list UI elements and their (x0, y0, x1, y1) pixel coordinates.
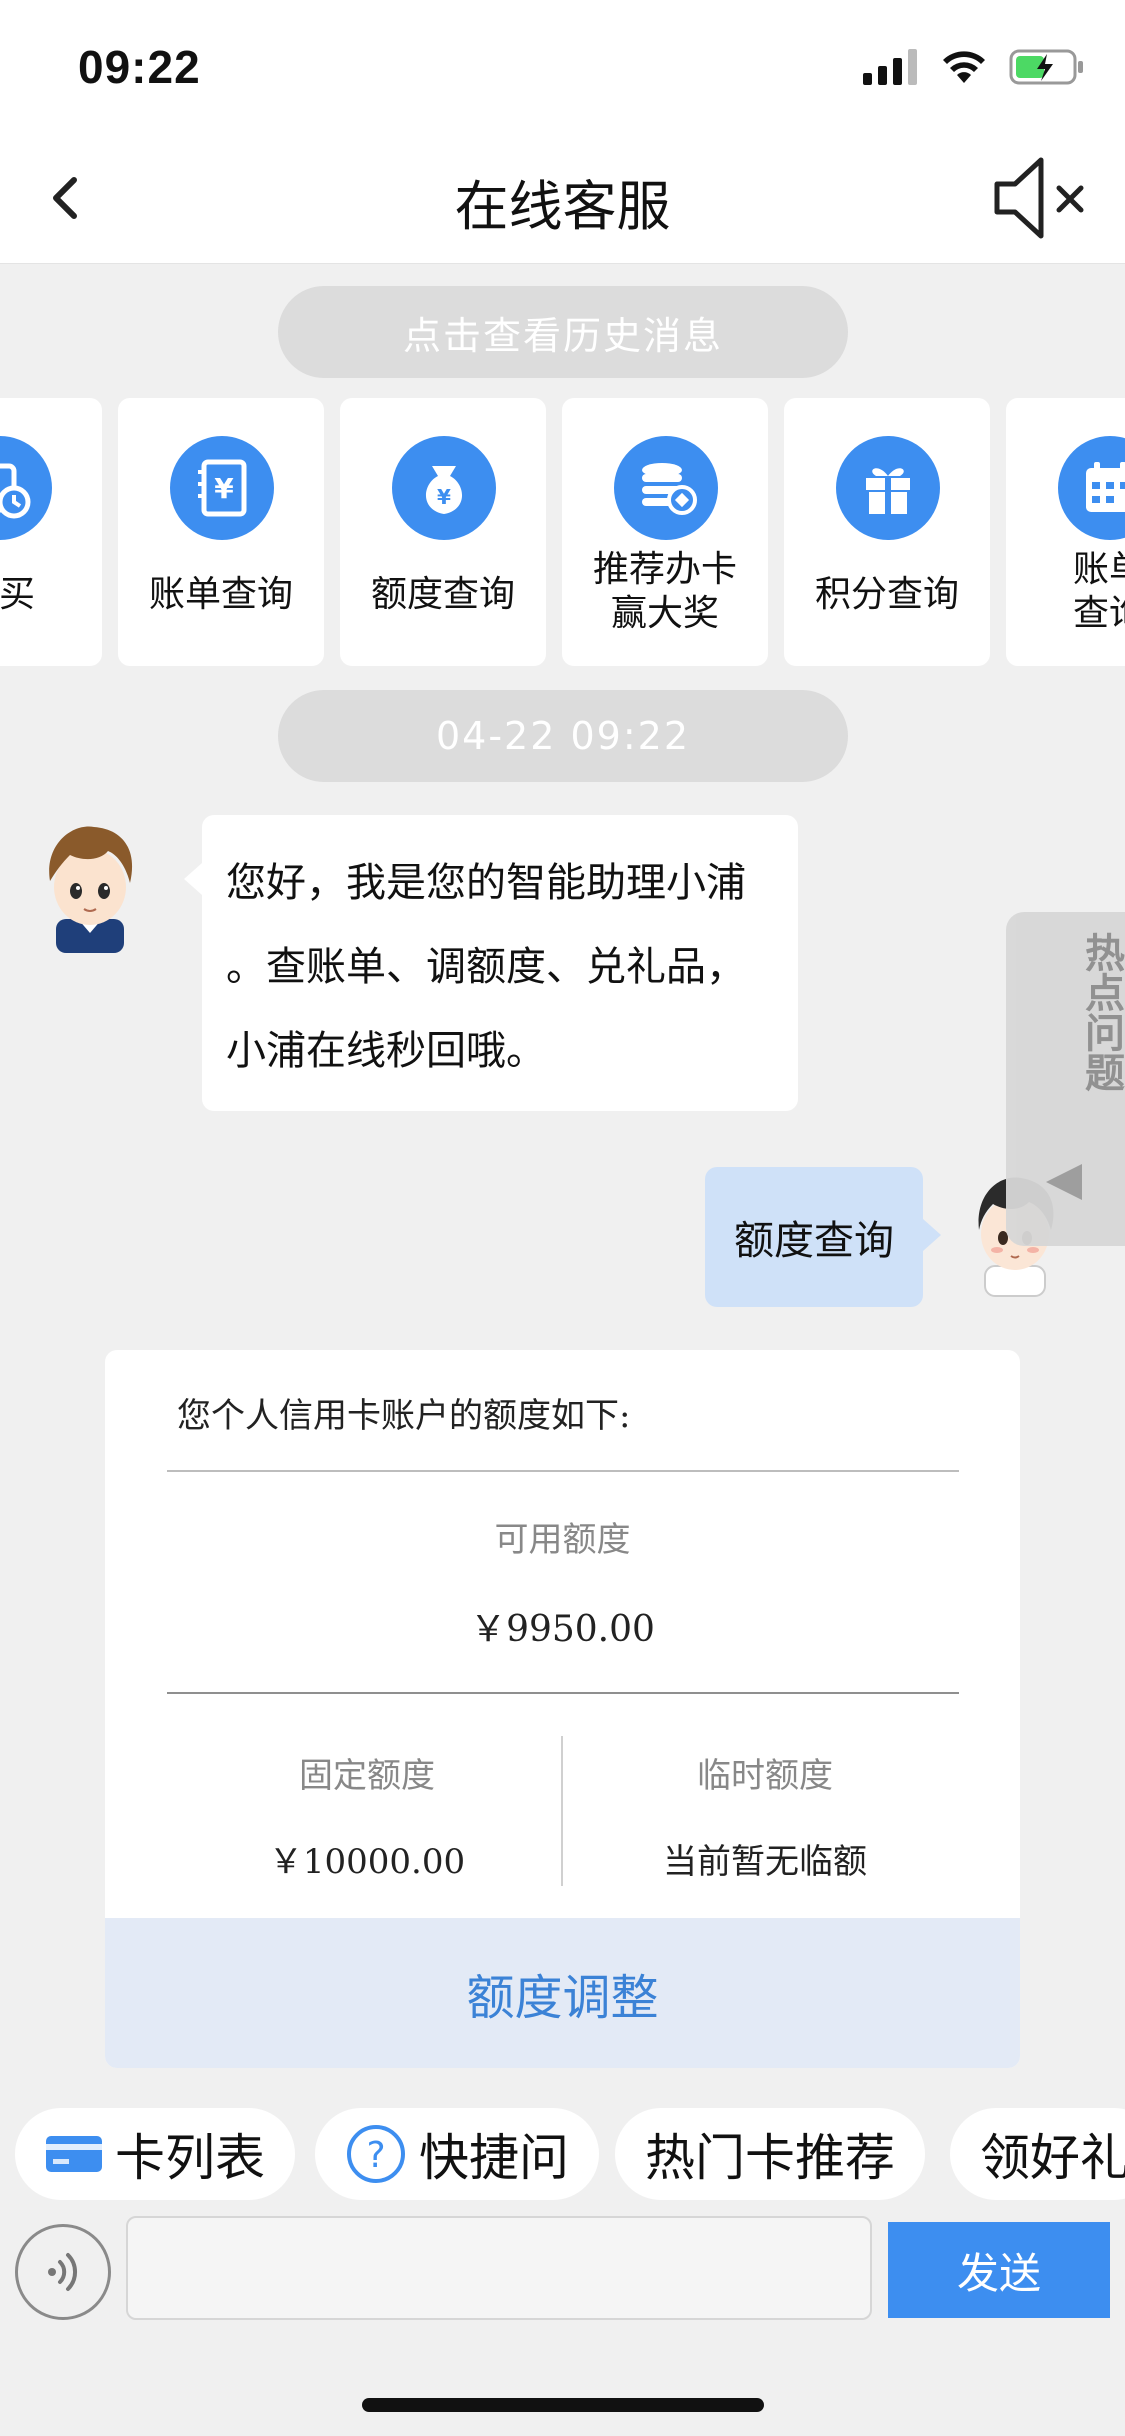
question-icon: ? (345, 2123, 407, 2185)
quick-action-label: 账单查询 (148, 574, 293, 615)
quick-action-label: 积分查询 (814, 574, 959, 615)
card-icon (45, 2133, 103, 2175)
coins-stack-icon (614, 436, 718, 540)
bill-yen-icon: ¥ (170, 436, 274, 540)
hot-questions-tab[interactable]: 热点问题 (1006, 912, 1125, 1246)
input-bar: 发送 (0, 2210, 1125, 2436)
chip-quick-questions[interactable]: ? 快捷问 (315, 2108, 599, 2200)
nav-bar: 在线客服 (0, 132, 1125, 264)
money-bag-icon: ¥ (392, 436, 496, 540)
quick-action-bill-query-2[interactable]: 账单 查询 (1006, 398, 1125, 666)
available-limit-label: 可用额度 (494, 1520, 631, 1560)
quick-action-label: 推荐办卡 赢大奖 (562, 548, 768, 636)
quick-action-bill-query[interactable]: ¥ 账单查询 (118, 398, 324, 666)
chip-card-list[interactable]: 卡列表 (15, 2108, 295, 2200)
assistant-message-bubble: 您好，我是您的智能助理小浦 。查账单、调额度、兑礼品， 小浦在线秒回哦。 (184, 815, 798, 1111)
mute-button[interactable] (989, 148, 1099, 248)
chip-hot-card-recommend[interactable]: 热门卡推荐 (615, 2108, 925, 2200)
home-indicator (362, 2398, 764, 2412)
temp-limit-label: 临时额度 (697, 1756, 833, 1796)
credit-limit-card: 您个人信用卡账户的额度如下: 可用额度 ￥9950.00 固定额度 ￥10000… (105, 1350, 1020, 2068)
message-input[interactable] (126, 2216, 872, 2320)
divider (167, 1692, 959, 1694)
user-message-bubble: 额度查询 (705, 1167, 941, 1307)
message-line: 您好，我是您的智能助理小浦 (226, 860, 746, 906)
svg-text:¥: ¥ (214, 472, 234, 505)
calendar-icon (1058, 436, 1125, 540)
page-title: 在线客服 (454, 175, 671, 238)
status-icons (863, 48, 1085, 86)
available-limit-value: ￥9950.00 (470, 1609, 655, 1650)
quick-action-label-line2: 赢大奖 (610, 593, 719, 634)
svg-text:?: ? (366, 2135, 385, 2176)
chip-label: 领好礼 (980, 2129, 1125, 2187)
status-bar: 09:22 (0, 0, 1125, 132)
quick-chips-row: 卡列表 ? 快捷问 热门卡推荐 领好礼 (0, 2108, 1125, 2202)
wifi-icon (943, 51, 985, 83)
chip-label: 热门卡推荐 (645, 2129, 895, 2187)
signal-icon (863, 49, 917, 85)
voice-icon (48, 2253, 78, 2291)
battery-charging-icon (1009, 49, 1083, 85)
fixed-limit-value: ￥10000.00 (268, 1842, 466, 1882)
triangle-left-icon (1046, 1164, 1082, 1200)
divider (167, 1470, 959, 1472)
quick-action-label: 心买 (0, 574, 35, 615)
temp-limit-value: 当前暂无临额 (663, 1842, 867, 1882)
message-line: 。查账单、调额度、兑礼品， (226, 944, 746, 990)
voice-input-button[interactable] (15, 2224, 111, 2320)
hot-questions-label: 热点问题 (1078, 932, 1124, 1092)
quick-action-limit-query[interactable]: ¥ 额度查询 (340, 398, 546, 666)
quick-action-label-line2: 查询 (1072, 593, 1125, 634)
credit-card-heading: 您个人信用卡账户的额度如下: (177, 1396, 631, 1436)
history-messages-button[interactable]: 点击查看历史消息 (278, 286, 848, 378)
clock-card-icon (0, 436, 52, 540)
assistant-avatar (30, 815, 150, 955)
chip-label: 卡列表 (115, 2129, 265, 2187)
adjust-limit-button[interactable]: 额度调整 (105, 1918, 1020, 2068)
quick-action-label-line1: 账单 (1072, 549, 1125, 590)
quick-action-label-line1: 推荐办卡 (592, 549, 737, 590)
send-button[interactable]: 发送 (888, 2222, 1110, 2318)
quick-action-card[interactable]: 心买 (0, 398, 102, 666)
message-line: 小浦在线秒回哦。 (226, 1028, 546, 1074)
status-time: 09:22 (78, 41, 201, 93)
gift-icon (836, 436, 940, 540)
chip-gifts[interactable]: 领好礼 (950, 2108, 1125, 2200)
chip-label: 快捷问 (419, 2129, 569, 2187)
quick-action-label: 额度查询 (370, 574, 515, 615)
quick-action-label: 账单 查询 (1006, 548, 1125, 636)
column-divider (561, 1736, 563, 1886)
fixed-limit-label: 固定额度 (299, 1756, 435, 1796)
speaker-muted-icon (994, 157, 1084, 239)
svg-text:¥: ¥ (437, 485, 451, 509)
quick-action-points-query[interactable]: 积分查询 (784, 398, 990, 666)
quick-action-refer-card[interactable]: 推荐办卡 赢大奖 (562, 398, 768, 666)
timestamp-pill: 04-22 09:22 (278, 690, 848, 782)
quick-actions-row: 心买 ¥ 账单查询 ¥ 额度查询 推荐办卡 赢大奖 积分查询 账单 (0, 398, 1125, 668)
